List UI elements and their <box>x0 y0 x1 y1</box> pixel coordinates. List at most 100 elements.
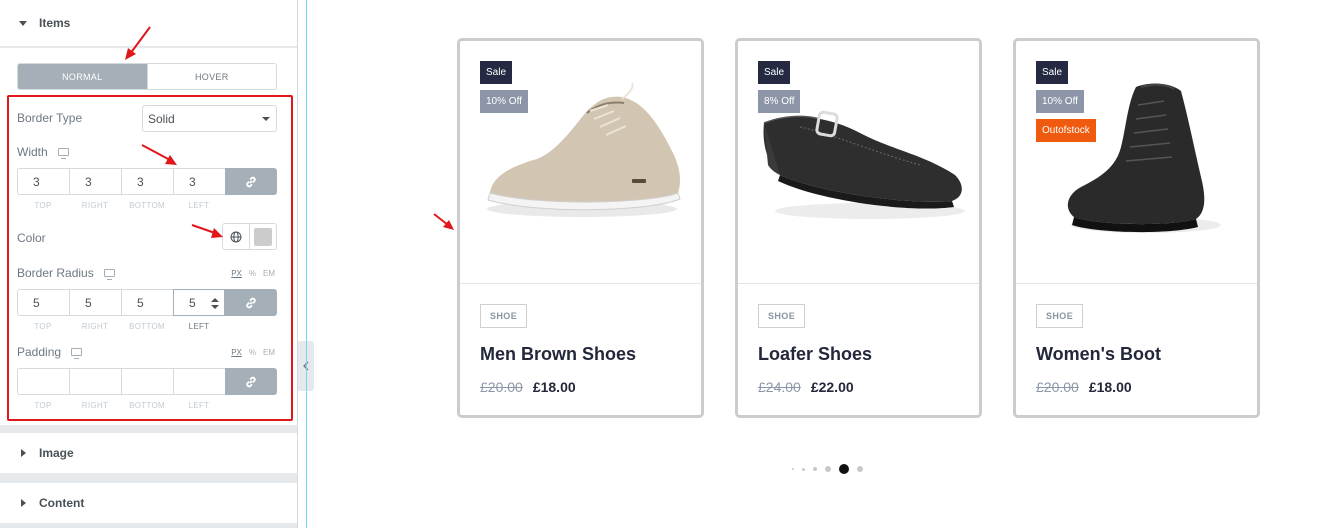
product-price: £20.00 £18.00 <box>480 379 576 395</box>
radius-right-input[interactable]: 5 <box>69 289 121 316</box>
sale-price: £18.00 <box>1088 379 1132 395</box>
category-tag[interactable]: SHOE <box>758 304 806 328</box>
side-label-right: RIGHT <box>81 322 109 331</box>
color-control <box>222 223 277 250</box>
editor-panel: Items NORMAL HOVER Border Type Solid Wid… <box>0 0 298 528</box>
sale-price: £22.00 <box>810 379 854 395</box>
unit-em[interactable]: EM <box>263 269 275 278</box>
radius-top-input[interactable]: 5 <box>17 289 69 316</box>
padding-label-text: Padding <box>17 345 62 359</box>
side-label-top: TOP <box>34 401 52 410</box>
width-right-input[interactable]: 3 <box>69 168 121 195</box>
width-inputs: 3 3 3 3 <box>17 168 277 195</box>
product-image-area: Sale 8% Off <box>738 41 979 284</box>
product-card[interactable]: Sale 8% Off SHOE Loafer Shoes £24.00 £22… <box>735 38 982 418</box>
width-bottom-input[interactable]: 3 <box>121 168 173 195</box>
section-image-header[interactable]: Image <box>0 433 297 473</box>
carousel-dot[interactable] <box>792 468 794 470</box>
padding-units: PX % EM <box>231 348 275 357</box>
link-icon <box>246 297 256 308</box>
side-label-right: RIGHT <box>81 401 109 410</box>
side-label-bottom: BOTTOM <box>129 401 165 410</box>
padding-right-input[interactable] <box>69 368 121 395</box>
tab-hover[interactable]: HOVER <box>146 64 276 89</box>
padding-bottom-input[interactable] <box>121 368 173 395</box>
sale-badge: Sale <box>758 61 791 84</box>
section-items-title: Items <box>39 16 71 30</box>
annotation-arrow-icon <box>125 26 151 60</box>
section-content-title: Content <box>39 496 85 510</box>
link-values-button[interactable] <box>225 289 277 316</box>
side-label-left: LEFT <box>188 201 210 210</box>
old-price: £24.00 <box>758 379 801 395</box>
link-icon <box>246 176 256 187</box>
product-title[interactable]: Men Brown Shoes <box>480 344 636 365</box>
discount-badge: 10% Off <box>1036 90 1084 113</box>
color-swatch <box>254 227 272 246</box>
product-title[interactable]: Women's Boot <box>1036 344 1161 365</box>
product-card[interactable]: Sale 10% Off SHOE Men Brown Shoes £20.00… <box>457 38 704 418</box>
out-of-stock-badge: Outofstock <box>1036 119 1096 142</box>
radius-bottom-input[interactable]: 5 <box>121 289 173 316</box>
product-title[interactable]: Loafer Shoes <box>758 344 872 365</box>
product-price: £24.00 £22.00 <box>758 379 854 395</box>
side-label-bottom: BOTTOM <box>129 201 165 210</box>
radius-left-input[interactable]: 5 <box>173 289 225 316</box>
global-colors-button[interactable] <box>223 224 250 249</box>
link-values-button[interactable] <box>225 168 277 195</box>
width-side-labels: TOP RIGHT BOTTOM LEFT <box>17 201 225 210</box>
padding-left-input[interactable] <box>173 368 225 395</box>
border-radius-inputs: 5 5 5 5 <box>17 289 277 316</box>
side-label-right: RIGHT <box>81 201 109 210</box>
state-tabs: NORMAL HOVER <box>17 63 277 90</box>
link-values-button[interactable] <box>225 368 277 395</box>
discount-badge: 10% Off <box>480 90 528 113</box>
product-image-area: Sale 10% Off <box>460 41 701 284</box>
border-radius-units: PX % EM <box>231 269 275 278</box>
carousel-dot[interactable] <box>802 467 805 471</box>
annotation-arrow-icon <box>141 144 177 165</box>
padding-side-labels: TOP RIGHT BOTTOM LEFT <box>17 401 225 410</box>
sale-badge: Sale <box>1036 61 1069 84</box>
padding-label: Padding <box>17 345 83 359</box>
caret-right-icon <box>21 499 26 507</box>
spinner-icon[interactable] <box>211 298 219 309</box>
side-label-left: LEFT <box>188 401 210 410</box>
side-label-top: TOP <box>34 201 52 210</box>
category-tag[interactable]: SHOE <box>480 304 528 328</box>
unit-percent[interactable]: % <box>249 269 256 278</box>
annotation-arrow-icon <box>433 213 454 230</box>
width-left-input[interactable]: 3 <box>173 168 225 195</box>
side-label-bottom: BOTTOM <box>129 322 165 331</box>
tab-normal[interactable]: NORMAL <box>18 64 147 89</box>
width-top-input[interactable]: 3 <box>17 168 69 195</box>
carousel-dot[interactable] <box>825 466 831 472</box>
color-picker[interactable] <box>250 224 276 249</box>
unit-px[interactable]: PX <box>231 348 242 357</box>
side-label-left: LEFT <box>188 322 210 331</box>
padding-top-input[interactable] <box>17 368 69 395</box>
carousel-dot[interactable] <box>813 467 817 471</box>
category-tag[interactable]: SHOE <box>1036 304 1084 328</box>
items-section-body: NORMAL HOVER Border Type Solid Width 3 3… <box>0 47 297 425</box>
width-label: Width <box>17 145 69 159</box>
desktop-icon[interactable] <box>71 348 83 359</box>
border-type-select[interactable]: Solid <box>142 105 277 132</box>
border-type-label: Border Type <box>17 111 83 125</box>
carousel-dot-active[interactable] <box>839 464 849 474</box>
section-content-header[interactable]: Content <box>0 483 297 523</box>
unit-em[interactable]: EM <box>263 348 275 357</box>
product-image-area: Sale 10% Off Outofstock <box>1016 41 1257 284</box>
canvas-edge-line <box>306 0 307 528</box>
radius-left-value: 5 <box>189 295 196 310</box>
old-price: £20.00 <box>480 379 523 395</box>
carousel-dot[interactable] <box>857 466 863 472</box>
unit-px[interactable]: PX <box>231 269 242 278</box>
chevron-down-icon <box>262 117 270 121</box>
unit-percent[interactable]: % <box>249 348 256 357</box>
desktop-icon[interactable] <box>57 148 69 159</box>
side-label-top: TOP <box>34 322 52 331</box>
product-card[interactable]: Sale 10% Off Outofstock SHOE Women's Boo… <box>1013 38 1260 418</box>
desktop-icon[interactable] <box>103 269 115 280</box>
carousel-pagination <box>792 462 863 476</box>
